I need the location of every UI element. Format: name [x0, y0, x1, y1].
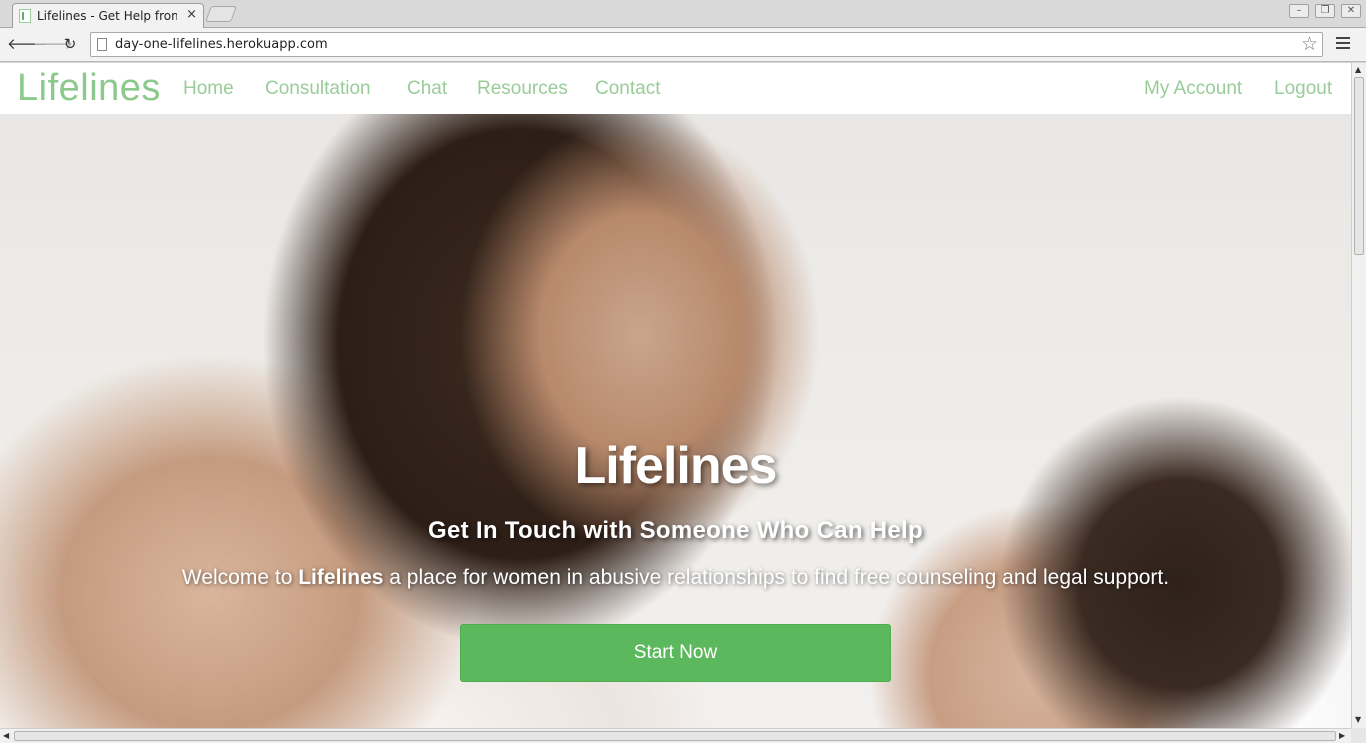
nav-home[interactable]: Home — [183, 78, 234, 100]
reload-icon[interactable]: ↻ — [60, 34, 80, 54]
hero-welcome-text: Welcome to Lifelines a place for women i… — [0, 566, 1351, 590]
vertical-scroll-thumb[interactable] — [1354, 77, 1364, 255]
tab-close-icon[interactable]: × — [186, 7, 197, 22]
browser-toolbar: 🡐 🡒 ↻ day-one-lifelines.herokuapp.com ☆ — [0, 28, 1366, 62]
scroll-left-icon[interactable]: ◀ — [3, 731, 9, 740]
scroll-down-icon[interactable]: ▼ — [1355, 715, 1361, 724]
hero-section: Lifelines Get In Touch with Someone Who … — [0, 114, 1351, 728]
nav-contact[interactable]: Contact — [595, 78, 660, 100]
minimize-icon[interactable]: – — [1289, 4, 1309, 18]
nav-consultation[interactable]: Consultation — [265, 78, 371, 100]
restore-icon[interactable]: ❐ — [1315, 4, 1335, 18]
scroll-up-icon[interactable]: ▲ — [1355, 65, 1361, 74]
favicon-icon — [19, 9, 31, 23]
tab-title: Lifelines - Get Help from — [37, 9, 177, 23]
nav-chat[interactable]: Chat — [407, 78, 447, 100]
scrollbar-corner — [1351, 728, 1366, 743]
new-tab-button[interactable] — [205, 6, 237, 22]
menu-icon[interactable] — [1336, 37, 1350, 49]
nav-resources[interactable]: Resources — [477, 78, 568, 100]
page-viewport: Lifelines Home Consultation Chat Resourc… — [0, 63, 1351, 728]
page-icon — [97, 38, 107, 51]
url-text[interactable]: day-one-lifelines.herokuapp.com — [115, 37, 328, 52]
scroll-right-icon[interactable]: ▶ — [1339, 731, 1345, 740]
forward-arrow-icon[interactable]: 🡒 — [33, 34, 73, 54]
back-arrow-icon[interactable]: 🡐 — [7, 34, 47, 54]
nav-logout[interactable]: Logout — [1274, 78, 1332, 100]
site-navbar: Lifelines Home Consultation Chat Resourc… — [0, 63, 1351, 114]
start-now-button[interactable]: Start Now — [460, 624, 891, 682]
star-icon[interactable]: ☆ — [1301, 33, 1318, 55]
brand-logo[interactable]: Lifelines — [17, 67, 161, 110]
browser-tab[interactable]: Lifelines - Get Help from × — [12, 3, 204, 28]
close-icon[interactable]: ✕ — [1341, 4, 1361, 18]
address-bar[interactable]: day-one-lifelines.herokuapp.com ☆ — [90, 32, 1323, 57]
horizontal-scrollbar[interactable]: ◀ ▶ — [0, 728, 1351, 743]
hero-subtitle: Get In Touch with Someone Who Can Help — [428, 517, 923, 544]
vertical-scrollbar[interactable]: ▲ ▼ — [1351, 63, 1366, 728]
hero-title: Lifelines — [574, 437, 778, 495]
welcome-brand: Lifelines — [298, 566, 384, 589]
welcome-prefix: Welcome to — [181, 566, 293, 589]
nav-my-account[interactable]: My Account — [1144, 78, 1242, 100]
welcome-suffix: a place for women in abusive relationshi… — [389, 566, 1170, 589]
horizontal-scroll-thumb[interactable] — [14, 731, 1336, 741]
browser-tab-strip: Lifelines - Get Help from × – ❐ ✕ — [0, 0, 1366, 28]
